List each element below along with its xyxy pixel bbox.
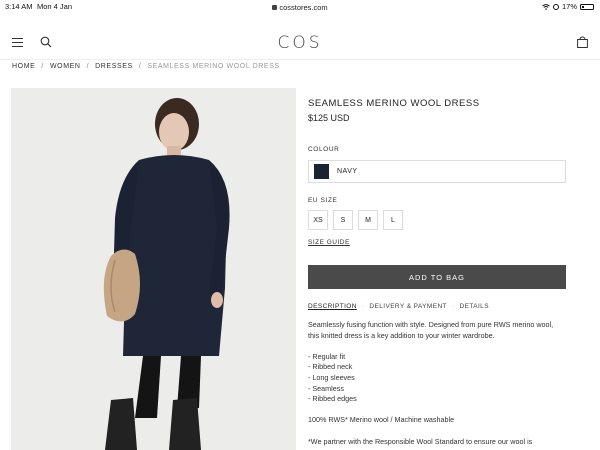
product-price: $125 USD [308, 113, 350, 123]
feature-item: - Ribbed edges [308, 394, 357, 404]
feature-item: - Seamless [308, 383, 344, 393]
size-option-m[interactable]: M [358, 210, 378, 230]
info-tabs: DESCRIPTION · DELIVERY & PAYMENT · DETAI… [308, 303, 489, 310]
size-guide-link[interactable]: SIZE GUIDE [308, 239, 350, 246]
wifi-icon [542, 3, 550, 10]
product-title: SEAMLESS MERINO WOOL DRESS [308, 98, 480, 109]
address-bar[interactable]: cosstores.com [0, 3, 600, 12]
feature-list: - Regular fit - Ribbed neck - Long sleev… [308, 352, 566, 405]
status-bar: 3:14 AM Mon 4 Jan cosstores.com 17% [0, 0, 600, 14]
product-details: SEAMLESS MERINO WOOL DRESS $125 USD COLO… [308, 98, 566, 446]
site-header: COS [0, 24, 600, 60]
url-text: cosstores.com [279, 3, 328, 12]
tab-delivery-payment[interactable]: DELIVERY & PAYMENT [369, 303, 447, 310]
colour-swatch [314, 164, 329, 179]
product-image[interactable] [11, 88, 296, 450]
battery-percent: 17% [561, 2, 577, 11]
tab-description[interactable]: DESCRIPTION [308, 303, 357, 310]
size-label: EU SIZE [308, 197, 338, 204]
colour-selector[interactable]: NAVY [308, 160, 566, 183]
breadcrumb: HOME / WOMEN / DRESSES / SEAMLESS MERINO… [12, 63, 280, 70]
breadcrumb-home[interactable]: HOME [12, 63, 35, 70]
lock-icon [272, 5, 278, 10]
size-option-s[interactable]: S [333, 210, 353, 230]
site-logo[interactable]: COS [0, 33, 600, 53]
status-icons: 17% [542, 2, 594, 11]
feature-item: - Long sleeves [308, 372, 355, 382]
model-illustration [103, 98, 230, 450]
breadcrumb-current: SEAMLESS MERINO WOOL DRESS [147, 63, 280, 70]
breadcrumb-dresses[interactable]: DRESSES [95, 63, 133, 70]
orientation-lock-icon [552, 3, 559, 10]
shopping-bag-icon[interactable] [577, 36, 588, 48]
feature-item: - Regular fit [308, 351, 346, 361]
breadcrumb-separator: / [138, 63, 142, 70]
description-intro: Seamlessly fusing function with style. D… [308, 320, 554, 340]
breadcrumb-separator: / [41, 63, 44, 70]
size-options: XS S M L [308, 210, 403, 230]
description-text: Seamlessly fusing function with style. D… [308, 320, 566, 450]
tab-separator: · [361, 303, 365, 310]
size-option-xs[interactable]: XS [308, 210, 328, 230]
tab-details[interactable]: DETAILS [460, 303, 489, 310]
colour-name: NAVY [337, 168, 358, 175]
colour-label: COLOUR [308, 146, 340, 153]
composition: 100% RWS* Merino wool / Machine washable [308, 415, 455, 425]
tab-separator: · [451, 303, 455, 310]
breadcrumb-women[interactable]: WOMEN [50, 63, 81, 70]
add-to-bag-button[interactable]: ADD TO BAG [308, 265, 566, 289]
battery-icon [580, 3, 594, 10]
breadcrumb-separator: / [86, 63, 90, 70]
size-option-l[interactable]: L [383, 210, 403, 230]
footnote: *We partner with the Responsible Wool St… [308, 436, 533, 446]
feature-item: - Ribbed neck [308, 362, 353, 372]
